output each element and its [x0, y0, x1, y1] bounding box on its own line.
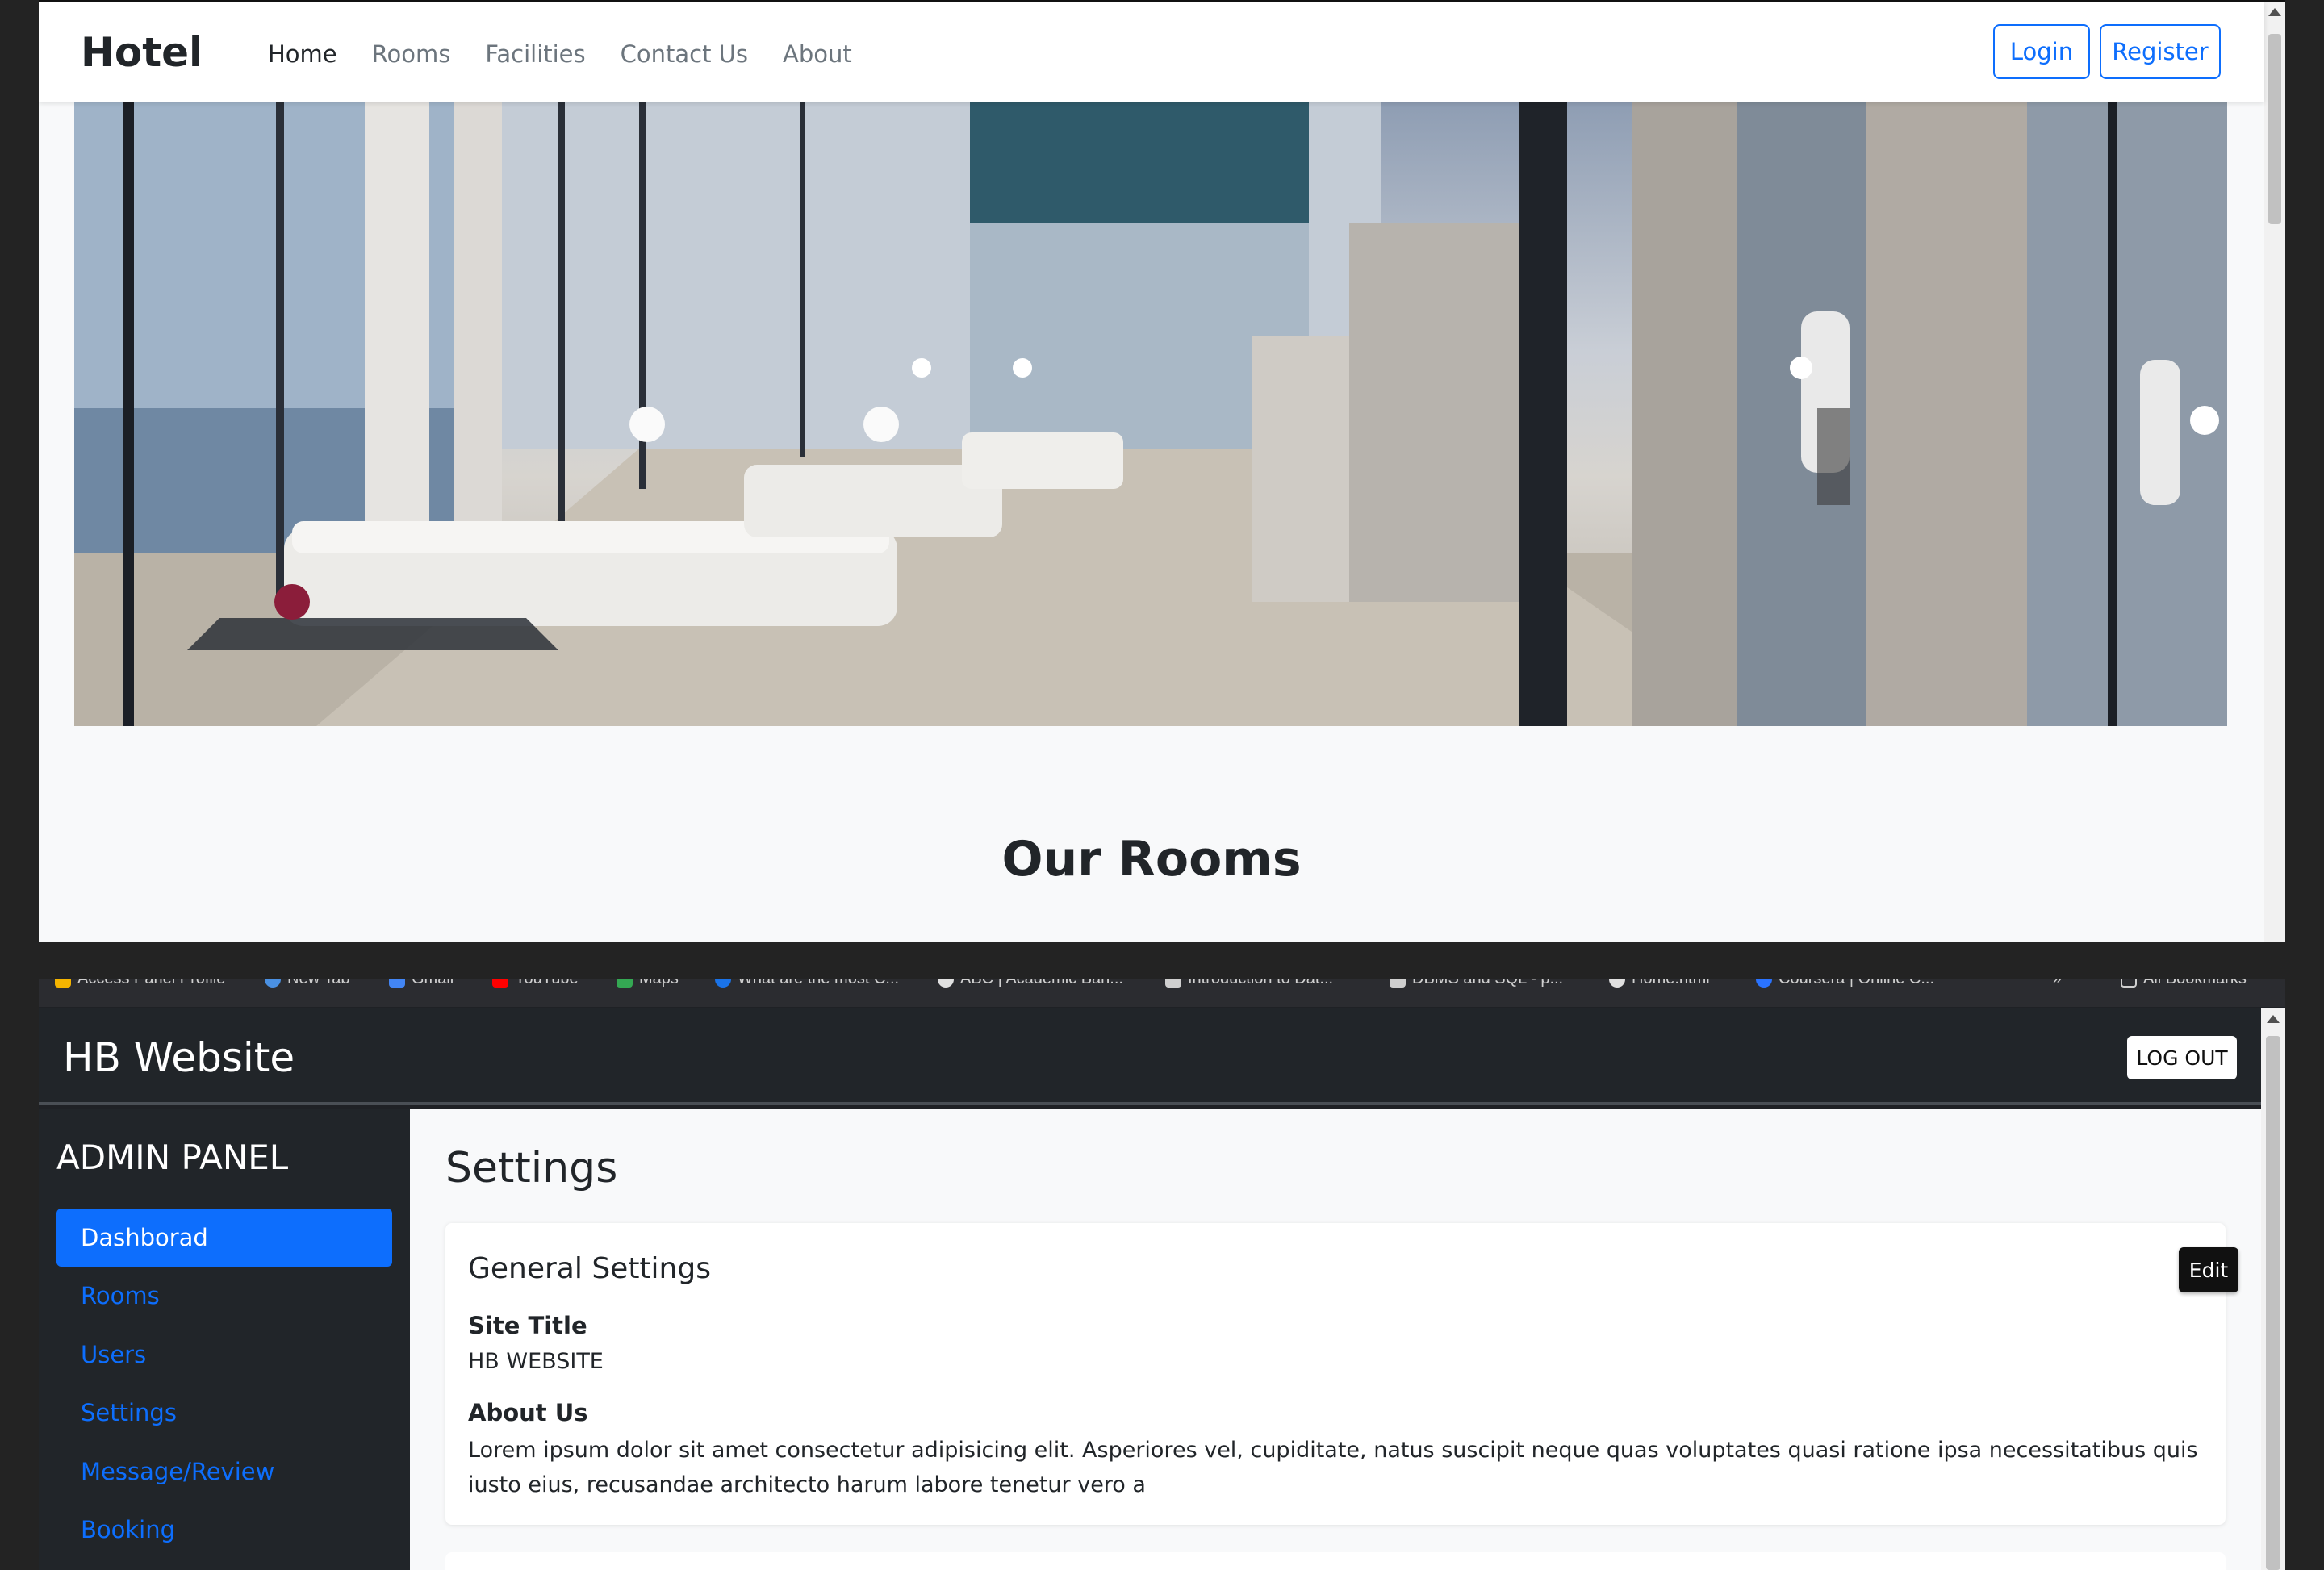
general-settings-card: General Settings Edit Site Title HB WEBS… [445, 1223, 2238, 1525]
admin-panel-title: ADMIN PANEL [56, 1138, 289, 1177]
edit-button[interactable]: Edit [2179, 1247, 2238, 1292]
folder-icon [2121, 979, 2137, 988]
nav-about[interactable]: About [783, 40, 852, 68]
sidebar-item-rooms[interactable]: Rooms [56, 1267, 392, 1325]
admin-header: HB Website LOG OUT [39, 1008, 2261, 1105]
admin-panel-screenshot: Access Panel Profile New Tab Gmail YouTu… [39, 979, 2285, 1570]
bookmark-item[interactable]: Home.html [1609, 979, 1710, 988]
nav-facilities[interactable]: Facilities [485, 40, 585, 68]
bookmark-favicon-icon [55, 979, 71, 988]
admin-brand[interactable]: HB Website [63, 1034, 295, 1081]
hero-image [74, 102, 2227, 726]
sidebar-item-settings[interactable]: Settings [56, 1384, 392, 1442]
bookmark-item[interactable]: Maps [617, 979, 679, 988]
admin-main: Settings General Settings Edit Site Titl… [410, 1109, 2261, 1570]
all-bookmarks[interactable]: All Bookmarks [2121, 979, 2247, 988]
hotel-lobby-illustration [74, 102, 2227, 726]
admin-scrollbar[interactable] [2261, 1008, 2285, 1570]
scrollbar-thumb[interactable] [2268, 34, 2281, 224]
bookmark-item[interactable]: Coursera | Online C... [1756, 979, 1934, 988]
bookmark-favicon-icon [1165, 979, 1181, 988]
bookmark-favicon-icon [938, 979, 954, 988]
site-title-value: HB WEBSITE [468, 1349, 604, 1374]
nav-home[interactable]: Home [268, 40, 337, 68]
scrollbar-thumb[interactable] [2266, 1036, 2280, 1570]
gmail-icon [389, 979, 405, 988]
bookmarks-overflow-chevron[interactable]: » [2053, 979, 2062, 988]
nav-rooms[interactable]: Rooms [372, 40, 451, 68]
about-us-value: Lorem ipsum dolor sit amet consectetur a… [468, 1438, 2198, 1497]
bookmark-item[interactable]: New Tab [265, 979, 349, 988]
maps-icon [617, 979, 633, 988]
top-navbar: Hotel Home Rooms Facilities Contact Us A… [39, 2, 2264, 102]
bookmarks-bar: Access Panel Profile New Tab Gmail YouTu… [39, 979, 2285, 1007]
bookmark-item[interactable]: What are the most C... [715, 979, 899, 988]
register-button[interactable]: Register [2100, 24, 2221, 79]
bookmark-item[interactable]: YouTube [492, 979, 579, 988]
bookmark-item[interactable]: Access Panel Profile [55, 979, 225, 988]
site-title-label: Site Title [468, 1312, 587, 1339]
sidebar-item-booking[interactable]: Booking [56, 1501, 392, 1559]
page-title: Settings [445, 1144, 618, 1192]
hotel-site-screenshot: Hotel Home Rooms Facilities Contact Us A… [39, 0, 2285, 942]
youtube-icon [492, 979, 508, 988]
bookmark-favicon-icon [265, 979, 281, 988]
bookmark-favicon-icon [715, 979, 731, 988]
scroll-up-arrow-icon[interactable] [2268, 8, 2281, 16]
about-us-label: About Us [468, 1399, 588, 1426]
bookmark-item[interactable]: ABC | Academic Ban... [938, 979, 1123, 988]
hotel-brand[interactable]: Hotel [81, 29, 203, 76]
sidebar-item-dashboard[interactable]: Dashborad [56, 1209, 392, 1267]
nav-contact-us[interactable]: Contact Us [621, 40, 748, 68]
card-title: General Settings [468, 1252, 711, 1285]
our-rooms-heading: Our Rooms [1001, 831, 1302, 887]
bookmark-favicon-icon [1390, 979, 1406, 988]
bookmark-item[interactable]: DBMS and SQL - p... [1390, 979, 1563, 988]
scroll-up-arrow-icon[interactable] [2267, 1015, 2280, 1023]
nav-links: Home Rooms Facilities Contact Us About [268, 40, 887, 68]
sidebar-item-users[interactable]: Users [56, 1326, 392, 1384]
logout-button[interactable]: LOG OUT [2127, 1036, 2237, 1079]
bookmark-favicon-icon [1609, 979, 1625, 988]
top-scrollbar[interactable] [2264, 2, 2285, 942]
login-button[interactable]: Login [1993, 24, 2090, 79]
next-card [445, 1552, 2226, 1570]
bookmark-item[interactable]: Introduction to Dat... [1165, 979, 1333, 988]
coursera-icon [1756, 979, 1772, 988]
bookmark-item[interactable]: Gmail [389, 979, 454, 988]
admin-sidebar: ADMIN PANEL Dashborad Rooms Users Settin… [39, 1109, 410, 1570]
sidebar-item-message-review[interactable]: Message/Review [56, 1443, 392, 1501]
